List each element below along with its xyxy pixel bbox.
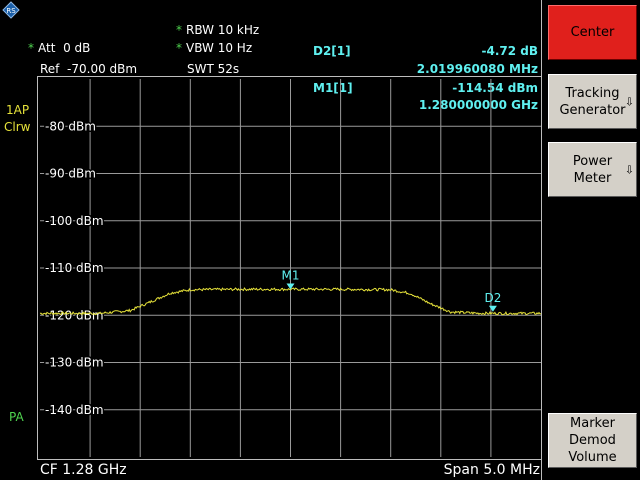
main-marker-level: -114.54 dBm — [452, 81, 538, 95]
swt-value: 52s — [217, 62, 240, 76]
y-tick-label: -80 dBm — [45, 119, 96, 133]
modified-indicator: * — [28, 41, 34, 55]
softkey-power-meter-label: Power Meter — [572, 153, 613, 186]
delta-marker-freq: 2.019960080 MHz — [416, 62, 538, 76]
display-border-right — [541, 0, 542, 480]
softkey-power-meter[interactable]: Power Meter ⇩ — [548, 142, 637, 197]
preamp-indicator: PA — [9, 410, 24, 424]
softkey-center-label: Center — [570, 25, 615, 40]
att-value: 0 dB — [63, 41, 91, 55]
att-label: Att — [38, 41, 56, 55]
marker-m1-symbol — [286, 283, 295, 290]
vbw-label: VBW — [186, 41, 214, 55]
y-tick-label: -130 dBm — [45, 356, 104, 370]
swt-label: SWT — [187, 62, 214, 76]
softkey-tracking-generator[interactable]: Tracking Generator ⇩ — [548, 74, 637, 129]
vbw-setting: * VBW 10 Hz — [176, 41, 252, 55]
delta-marker-level: -4.72 dB — [481, 44, 538, 58]
rbw-setting: * RBW 10 kHz — [176, 23, 259, 37]
center-frequency: CF 1.28 GHz — [40, 462, 127, 478]
rbw-value: 10 kHz — [217, 23, 260, 37]
marker-group: M1 D2 — [282, 268, 501, 312]
delta-marker-label: D2[1] — [313, 44, 351, 58]
vbw-value: 10 Hz — [217, 41, 253, 55]
trace-mode-line1: 1AP — [6, 103, 30, 117]
display-border-bottom — [38, 459, 542, 460]
trace-group — [39, 287, 542, 316]
softkey-tracking-generator-label: Tracking Generator — [559, 85, 626, 118]
y-tick-label: -90 dBm — [45, 167, 96, 181]
marker-d2-symbol — [488, 305, 497, 312]
submenu-arrow-icon: ⇩ — [624, 163, 634, 176]
att-setting: * Att 0 dB — [28, 41, 90, 55]
modified-indicator: * — [176, 41, 182, 55]
display-border-top — [38, 76, 542, 77]
softkey-marker-demod-volume[interactable]: Marker Demod Volume — [548, 413, 637, 468]
trace-mode-line2: Clrw — [4, 120, 31, 134]
marker-d2-label: D2 — [484, 291, 501, 305]
plot-grid — [40, 79, 541, 457]
main-marker-label: M1[1] — [313, 81, 353, 95]
rbw-label: RBW — [186, 23, 215, 37]
y-tick-label: -140 dBm — [45, 403, 104, 417]
softkey-marker-demod-volume-label: Marker Demod Volume — [568, 416, 617, 465]
ref-label: Ref — [40, 62, 60, 76]
submenu-arrow-icon: ⇩ — [624, 95, 634, 108]
display-border-left — [37, 76, 38, 460]
ref-setting: Ref -70.00 dBm — [40, 62, 137, 76]
modified-indicator: * — [176, 23, 182, 37]
rohde-schwarz-logo-icon: RS — [2, 1, 20, 19]
marker-m1-label: M1 — [282, 268, 300, 282]
span-value: Span 5.0 MHz — [443, 462, 540, 478]
swt-setting: SWT 52s — [187, 62, 239, 76]
y-axis-labels: -80 dBm -90 dBm -100 dBm -110 dBm -120 dBm -1… — [44, 118, 106, 419]
y-tick-label: -110 dBm — [45, 261, 104, 275]
y-tick-label: -100 dBm — [45, 214, 104, 228]
ref-value: -70.00 dBm — [67, 62, 138, 76]
svg-text:RS: RS — [6, 7, 16, 15]
y-tick-label: -120 dBm — [45, 308, 104, 322]
trace-line — [39, 287, 542, 316]
softkey-center[interactable]: Center — [548, 5, 637, 60]
main-marker-freq: 1.280000000 GHz — [418, 98, 538, 112]
